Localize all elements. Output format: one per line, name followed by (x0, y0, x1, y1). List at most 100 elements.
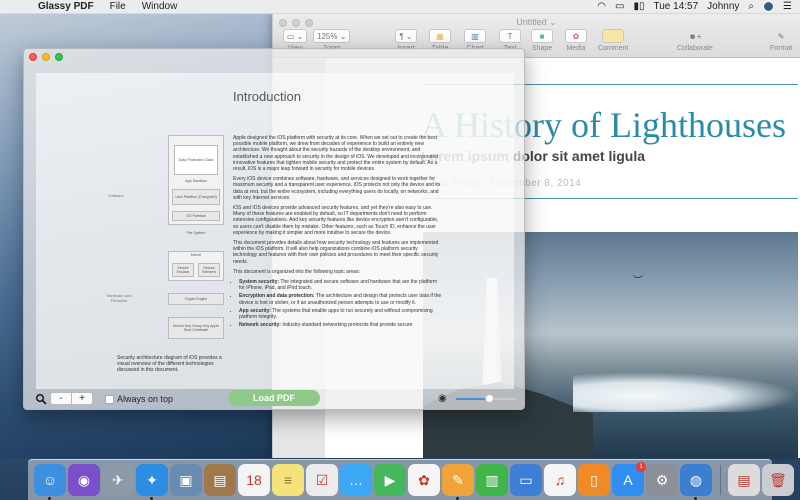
siri-icon[interactable] (763, 1, 775, 12)
wave-shape (573, 372, 798, 412)
topic-item: Network security: Industry-standard netw… (239, 322, 443, 328)
comment-label: Comment (598, 45, 629, 52)
always-on-top-checkbox[interactable] (105, 395, 114, 404)
table-icon: ▦ (429, 29, 451, 43)
comment-icon (602, 29, 625, 43)
format-button[interactable]: ✎ Format (770, 29, 793, 53)
reminders-icon[interactable]: ☑ (306, 464, 338, 496)
magnifier-icon (35, 393, 47, 405)
always-on-top-label[interactable]: Always on top (117, 394, 173, 404)
preview-icon[interactable]: ▣ (170, 464, 202, 496)
glassy-pdf-icon[interactable]: ◍ (680, 464, 712, 500)
notebook-icon[interactable]: ▤ (204, 464, 236, 496)
diagram-user-partition-label: User Partition (Encrypted) (175, 195, 217, 199)
shape-button[interactable]: ■ Shape (531, 29, 553, 52)
facetime-icon[interactable]: ▶ (374, 464, 406, 496)
system-preferences-icon[interactable]: ⚙ (646, 464, 678, 496)
zoom-out-button[interactable]: - (50, 392, 72, 405)
format-label: Format (770, 45, 793, 52)
opacity-slider[interactable] (456, 394, 516, 403)
menu-app-name[interactable]: Glassy PDF (30, 1, 102, 12)
paragraph: iOS and iOS devices provide advanced sec… (233, 205, 439, 236)
pages-icon[interactable]: ✎ (442, 464, 474, 500)
diagram-os-partition-box: OS Partition (172, 211, 220, 221)
itunes-icon[interactable]: ♫ (544, 464, 576, 496)
topic-item: Encryption and data protection: The arch… (239, 293, 443, 305)
status-area: ◠ ▭ ▮▯ Tue 14:57 Johnny ⌕ ☰ (597, 1, 800, 12)
diagram-hardware-label: Hardware and Firmware (106, 293, 132, 303)
topic-term: Encryption and data protection: (239, 293, 315, 300)
wifi-icon[interactable]: ◠ (597, 1, 606, 12)
numbers-icon[interactable]: ▥ (476, 464, 508, 496)
diagram-software-label: Software (108, 193, 124, 198)
messages-icon[interactable]: … (340, 464, 372, 496)
topic-term: App security: (239, 307, 271, 314)
diagram-secure-enclave-label: Secure Enclave (176, 266, 190, 274)
topic-item: System security: The integrated and secu… (239, 279, 443, 291)
topic-text: Industry-standard networking protocols t… (280, 322, 413, 329)
finder-icon[interactable]: ☺ (34, 464, 66, 500)
user-name[interactable]: Johnny (707, 1, 739, 12)
paragraph: This document is organized into the foll… (233, 268, 361, 275)
spotlight-icon[interactable]: ⌕ (748, 1, 754, 12)
sidebar-icon: ▭ ⌄ (283, 29, 308, 43)
display-icon[interactable]: ▭ (615, 1, 624, 12)
text-icon: T (499, 29, 521, 43)
window-controls (29, 53, 63, 61)
photos-icon[interactable]: ✿ (408, 464, 440, 496)
paragraph: This document provides details about how… (233, 240, 439, 265)
diagram-app-sandbox-label: App Sandbox (185, 179, 207, 183)
zoom-in-button[interactable]: + (71, 392, 93, 405)
app-store-icon[interactable]: A1 (612, 462, 646, 496)
load-pdf-button[interactable]: Load PDF (228, 390, 320, 406)
battery-icon[interactable]: ▮▯ (633, 1, 644, 12)
opacity-slider-knob[interactable] (484, 394, 494, 403)
keynote-icon[interactable]: ▭ (510, 464, 542, 496)
dock: ☺ ◉ ✈ ✦ ▣ ▤ 18 ≡ ☑… ▶ ✿ ✎ ▥ ▭ ♫ ▯ A 1 ⚙ ◍ ▤ 🗑 (28, 459, 794, 500)
clock[interactable]: Tue 14:57 (654, 1, 699, 12)
fullscreen-button[interactable] (55, 53, 63, 61)
diagram-data-protection-box: Data Protection Class (174, 145, 218, 175)
diagram-crypto-engine-box: Crypto Engine (168, 293, 224, 305)
menu-bar: Glassy PDF File Window ◠ ▭ ▮▯ Tue 14:57 … (0, 0, 800, 14)
media-button[interactable]: ✿ Media (565, 29, 587, 52)
comment-button[interactable]: Comment (598, 29, 628, 52)
safari-icon[interactable]: ✦ (136, 464, 168, 500)
diagram-caption: Security architecture diagram of iOS pro… (117, 355, 222, 373)
diagram-crypto-engine-label: Crypto Engine (184, 297, 208, 301)
shape-label: Shape (531, 45, 553, 52)
topic-list: System security: The integrated and secu… (233, 279, 443, 328)
document-title[interactable]: Untitled ⌄ (273, 17, 800, 28)
paragraph-icon: ¶ ⌄ (395, 29, 417, 43)
notes-icon[interactable]: ≡ (272, 464, 304, 496)
topic-item: App security: The systems that enable ap… (239, 308, 443, 320)
topic-term: Network security: (239, 322, 281, 329)
ibooks-icon[interactable]: ▯ (578, 464, 610, 496)
menu-window[interactable]: Window (134, 1, 186, 12)
security-architecture-diagram: Software Hardware and Firmware Data Prot… (106, 135, 226, 375)
notification-badge: 1 (636, 462, 646, 472)
notification-center-icon[interactable]: ☰ (783, 1, 792, 12)
minimize-button[interactable] (42, 53, 50, 61)
shape-icon: ■ (531, 29, 553, 43)
siri-icon[interactable]: ◉ (68, 464, 100, 496)
media-icon: ✿ (565, 29, 587, 43)
glassy-pdf-window: Introduction Software Hardware and Firmw… (23, 48, 525, 410)
collaborate-button[interactable]: ☻+ Collaborate (677, 29, 713, 53)
diagram-kernel-label: Kernel (190, 253, 202, 257)
topic-term: System security: (239, 279, 280, 286)
pdf-body-text: Apple designed the iOS platform with sec… (233, 135, 443, 330)
diagram-os-partition-label: OS Partition (186, 214, 206, 218)
diagram-secure-element-label: Secure Element (202, 266, 216, 274)
diagram-device-key-box: Device Key Group Key Apple Root Certific… (168, 317, 224, 339)
paragraph: Apple designed the iOS platform with sec… (233, 135, 439, 173)
close-button[interactable] (29, 53, 37, 61)
pdf-page[interactable]: Introduction Software Hardware and Firmw… (36, 73, 514, 389)
diagram-secure-element-box: Secure Element (198, 263, 220, 277)
trash-icon[interactable]: 🗑 (762, 464, 794, 496)
launchpad-icon[interactable]: ✈ (102, 464, 134, 496)
calendar-icon[interactable]: 18 (238, 464, 270, 496)
menu-file[interactable]: File (102, 1, 134, 12)
eye-icon: ◉ (438, 393, 447, 404)
downloads-stack-icon[interactable]: ▤ (728, 464, 760, 496)
